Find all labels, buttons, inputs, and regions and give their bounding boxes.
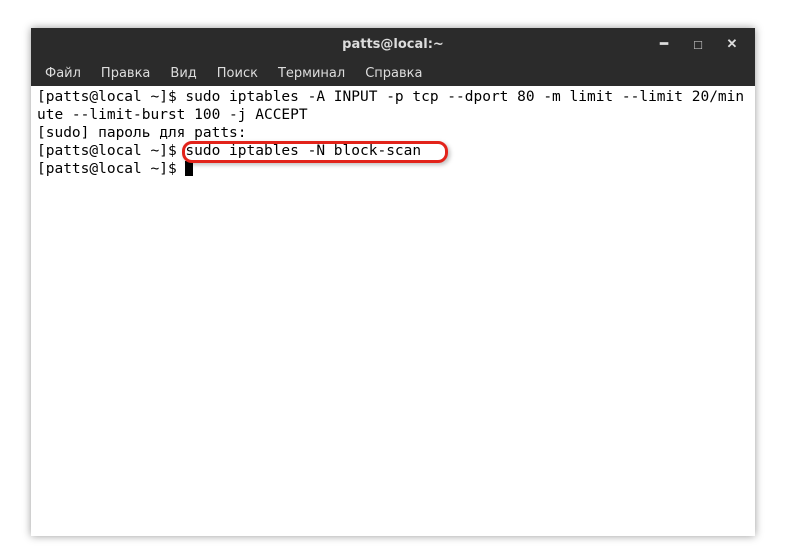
close-button[interactable]: ✕: [721, 33, 743, 55]
terminal-body[interactable]: [patts@local ~]$ sudo iptables -A INPUT …: [31, 86, 755, 536]
prompt: [patts@local ~]$: [37, 143, 185, 159]
maximize-button[interactable]: □: [687, 33, 709, 55]
menu-view[interactable]: Вид: [160, 62, 206, 85]
titlebar: patts@local:~ ━ □ ✕: [31, 28, 755, 60]
prompt: [patts@local ~]$: [37, 89, 185, 105]
sudo-prompt: [sudo] пароль для patts:: [37, 125, 247, 141]
menu-file[interactable]: Файл: [35, 62, 91, 85]
menu-edit[interactable]: Правка: [91, 62, 160, 85]
menu-help[interactable]: Справка: [355, 62, 432, 85]
minimize-button[interactable]: ━: [653, 33, 675, 55]
prompt: [patts@local ~]$: [37, 161, 185, 177]
command-text: sudo iptables -N block-scan: [185, 143, 421, 159]
menu-search[interactable]: Поиск: [207, 62, 268, 85]
window-controls: ━ □ ✕: [653, 28, 751, 60]
menu-terminal[interactable]: Терминал: [268, 62, 355, 85]
cursor-icon: [185, 161, 193, 176]
window-title: patts@local:~: [342, 37, 444, 52]
menubar: Файл Правка Вид Поиск Терминал Справка: [31, 60, 755, 86]
terminal-window: patts@local:~ ━ □ ✕ Файл Правка Вид Поис…: [31, 28, 755, 536]
